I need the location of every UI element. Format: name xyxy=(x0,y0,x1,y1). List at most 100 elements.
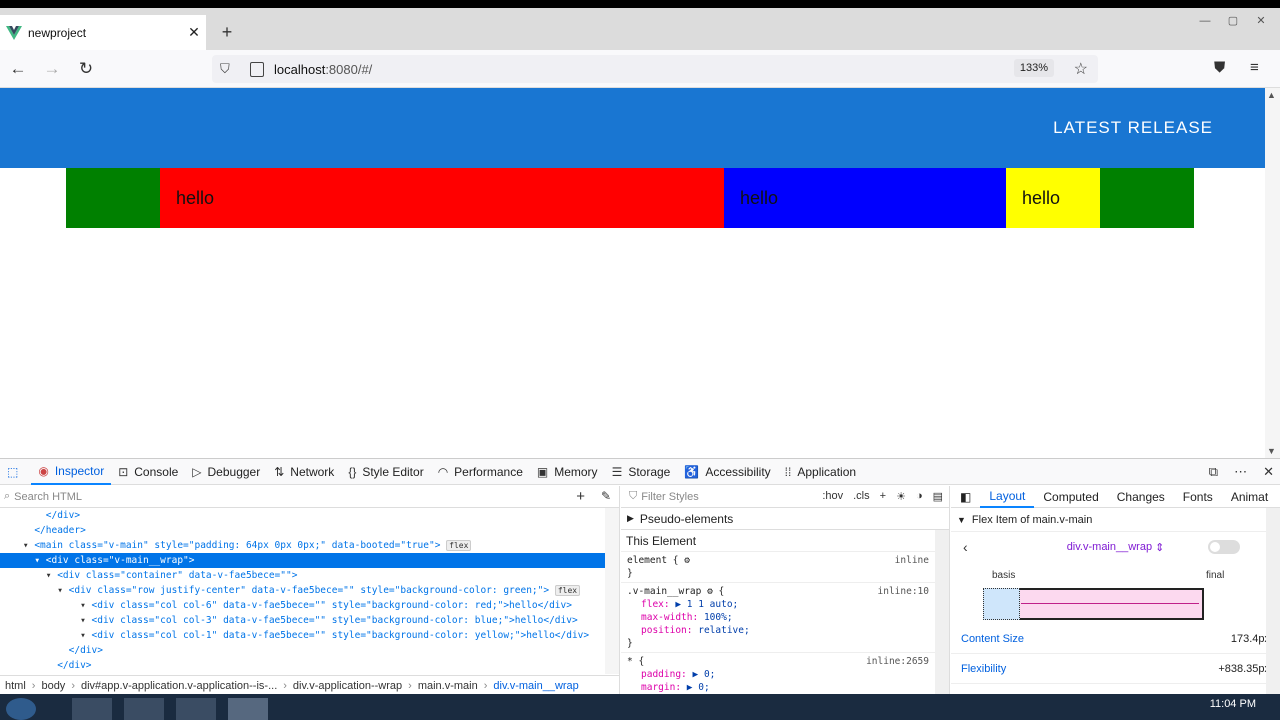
markup-node[interactable]: ▾ <div class="v-main__wrap"> xyxy=(0,553,619,568)
taskbar-app-icon[interactable] xyxy=(124,698,164,720)
breadcrumb-item[interactable]: div#app.v-application.v-application--is-… xyxy=(81,680,277,692)
markup-node[interactable]: ▾ <div class="col col-3" data-v-fae5bece… xyxy=(0,613,619,628)
pocket-icon[interactable]: ⛊ xyxy=(1214,59,1225,76)
markup-node[interactable]: ▾ <div class="row justify-center" data-v… xyxy=(0,583,619,598)
cls-toggle[interactable]: .cls xyxy=(853,490,870,503)
taskbar-clock[interactable]: 11:04 PM xyxy=(1210,698,1256,710)
menu-hamburger-icon[interactable]: ≡ xyxy=(1250,59,1259,76)
print-icon[interactable]: ▤ xyxy=(933,490,943,503)
tab-storage[interactable]: ☰ Storage xyxy=(605,459,678,485)
tab-layout[interactable]: Layout xyxy=(980,486,1035,508)
breadcrumb-item[interactable]: body xyxy=(41,680,65,692)
minimize-icon[interactable]: — xyxy=(1194,14,1216,28)
css-property[interactable]: position: xyxy=(641,625,692,636)
filter-styles-input[interactable]: ⛉ Filter Styles :hov .cls + ☀ ◑ ▤ xyxy=(621,486,949,508)
pseudo-elements-toggle[interactable]: ▶ Pseudo-elements xyxy=(621,508,949,530)
tab-performance[interactable]: ◠ Performance xyxy=(431,459,530,485)
markup-tree[interactable]: </div> </header> ▾ <main class="v-main" … xyxy=(0,508,619,674)
taskbar-app-icon[interactable] xyxy=(228,698,268,720)
scroll-up-icon[interactable]: ▲ xyxy=(1267,90,1276,100)
flex-item-section[interactable]: ▼ Flex Item of main.v-main xyxy=(951,508,1280,532)
rules-scrollbar[interactable] xyxy=(935,530,949,695)
highlight-toggle[interactable] xyxy=(1208,540,1240,554)
rule-source[interactable]: inline xyxy=(895,554,929,567)
markup-node[interactable]: ▾ <main class="v-main" style="padding: 6… xyxy=(0,538,619,553)
gear-icon[interactable]: ⚙ xyxy=(707,586,713,597)
back-chevron-icon[interactable]: ‹ xyxy=(963,539,968,555)
flex-badge[interactable]: flex xyxy=(554,585,581,596)
back-arrow-icon[interactable]: ← xyxy=(8,59,28,79)
markup-node[interactable]: </div> xyxy=(0,658,619,673)
close-devtools-icon[interactable]: ✕ xyxy=(1263,464,1274,480)
element-rule[interactable]: element { ⚙ } inline xyxy=(621,552,949,583)
new-tab-button[interactable]: + xyxy=(216,22,238,44)
dark-mode-icon[interactable]: ◑ xyxy=(916,490,923,503)
url-text[interactable]: localhost:8080/#/ xyxy=(274,62,372,77)
v-main-wrap-rule[interactable]: .v-main__wrap ⚙ { flex: ▶ 1 1 auto; max-… xyxy=(621,583,949,653)
tab-accessibility[interactable]: ♿ Accessibility xyxy=(677,459,777,485)
flex-item-selector[interactable]: ‹ div.v-main__wrap ⇕ xyxy=(951,532,1280,562)
taskbar-app-icon[interactable] xyxy=(176,698,216,720)
markup-node[interactable]: ▾ <div class="col col-6" data-v-fae5bece… xyxy=(0,598,619,613)
markup-node[interactable]: </div> xyxy=(0,508,619,523)
tab-fonts[interactable]: Fonts xyxy=(1174,490,1222,504)
universal-rule[interactable]: * { padding: ▶ 0; margin: ▶ 0; inline:26… xyxy=(621,653,949,695)
tab-close-button[interactable]: ✕ xyxy=(182,24,206,41)
gear-icon[interactable]: ⚙ xyxy=(684,555,690,566)
css-property[interactable]: flex: xyxy=(641,599,670,610)
markup-node[interactable]: </header> xyxy=(0,523,619,538)
layout-scrollbar[interactable] xyxy=(1266,508,1280,695)
taskbar-app-icon[interactable] xyxy=(72,698,112,720)
css-value[interactable]: 0; xyxy=(704,669,715,680)
tab-style-editor[interactable]: {} Style Editor xyxy=(341,459,430,485)
search-html-input[interactable]: ⌕ Search HTML + ✎ xyxy=(0,486,619,508)
start-button[interactable] xyxy=(6,698,36,720)
css-property[interactable]: max-width: xyxy=(641,612,698,623)
flex-badge[interactable]: flex xyxy=(446,540,472,551)
markup-node[interactable]: </div> xyxy=(0,643,619,658)
css-value[interactable]: 1 1 auto; xyxy=(687,599,738,610)
markup-node[interactable]: ▾ <div class="container" data-v-fae5bece… xyxy=(0,568,619,583)
sidebar-toggle-icon[interactable]: ◧ xyxy=(951,490,980,504)
tab-computed[interactable]: Computed xyxy=(1034,490,1107,504)
breadcrumb-item[interactable]: main.v-main xyxy=(418,680,478,692)
tab-memory[interactable]: ▣ Memory xyxy=(530,459,605,485)
tab-debugger[interactable]: ▷ Debugger xyxy=(185,459,267,485)
bookmark-star-icon[interactable]: ☆ xyxy=(1074,59,1088,79)
tab-network[interactable]: ⇅ Network xyxy=(267,459,341,485)
breadcrumb-item[interactable]: div.v-main__wrap xyxy=(493,680,578,692)
light-mode-icon[interactable]: ☀ xyxy=(896,490,906,503)
reload-icon[interactable]: ↻ xyxy=(76,59,96,79)
breadcrumb-item[interactable]: div.v-application--wrap xyxy=(293,680,402,692)
zoom-indicator[interactable]: 133% xyxy=(1013,59,1054,77)
breadcrumb-item[interactable]: html xyxy=(5,680,26,692)
markup-node[interactable]: ▾ <div class="col col-1" data-v-fae5bece… xyxy=(0,628,619,643)
rule-source[interactable]: inline:10 xyxy=(878,585,929,598)
hov-toggle[interactable]: :hov xyxy=(822,490,843,503)
url-bar[interactable]: ⛉ localhost:8080/#/ 133% ☆ xyxy=(212,55,1098,83)
element-picker-icon[interactable]: ⬚ xyxy=(0,459,31,485)
forward-arrow-icon[interactable]: → xyxy=(42,59,62,79)
tab-animations[interactable]: Animat xyxy=(1222,490,1277,504)
page-scrollbar[interactable]: ▲ ▼ xyxy=(1265,88,1280,458)
css-value[interactable]: 0; xyxy=(698,682,709,693)
css-property[interactable]: padding: xyxy=(641,669,687,680)
close-window-icon[interactable]: ✕ xyxy=(1250,14,1272,28)
css-value[interactable]: 100%; xyxy=(704,612,733,623)
tab-changes[interactable]: Changes xyxy=(1108,490,1174,504)
latest-release-button[interactable]: LATEST RELEASE xyxy=(1053,118,1213,138)
rule-source[interactable]: inline:2659 xyxy=(866,655,929,668)
browser-tab[interactable]: newproject ✕ xyxy=(0,15,206,50)
add-rule-icon[interactable]: + xyxy=(880,490,886,503)
tab-inspector[interactable]: ◉ Inspector xyxy=(31,459,112,485)
dock-icon[interactable]: ⧉ xyxy=(1209,464,1218,480)
more-options-icon[interactable]: ⋯ xyxy=(1234,464,1247,480)
eyedropper-icon[interactable]: ✎ xyxy=(601,489,611,503)
markup-scrollbar[interactable] xyxy=(605,508,619,674)
shield-icon[interactable]: ⛉ xyxy=(220,61,238,77)
tab-application[interactable]: ⁞⁞ Application xyxy=(778,459,863,485)
css-value[interactable]: relative; xyxy=(698,625,749,636)
flex-item-selector-label[interactable]: div.v-main__wrap xyxy=(1067,541,1152,553)
scroll-down-icon[interactable]: ▼ xyxy=(1267,446,1276,456)
maximize-icon[interactable]: ▢ xyxy=(1222,14,1244,28)
